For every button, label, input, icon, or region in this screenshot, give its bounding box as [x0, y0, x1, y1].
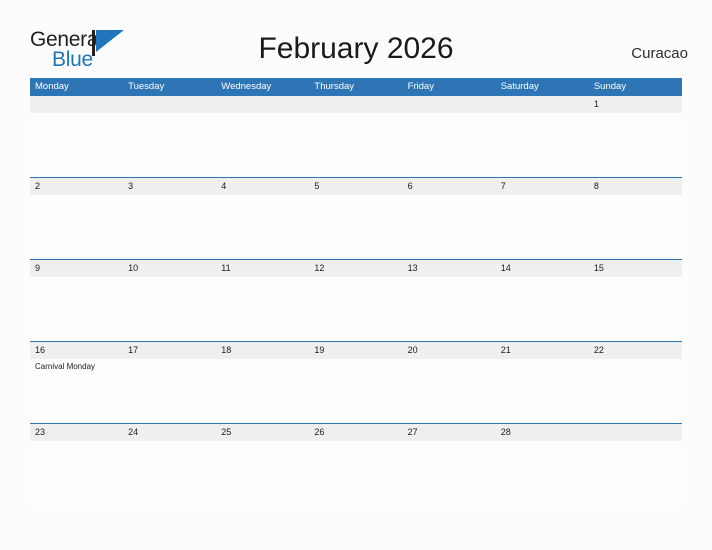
day-number[interactable]: 5 — [309, 178, 402, 195]
weekday-header-thursday: Thursday — [314, 81, 355, 92]
week-body-band — [30, 277, 682, 341]
weekday-header-row: Monday Tuesday Wednesday Thursday Friday Satu… — [30, 78, 682, 96]
week-date-band: 2345678 — [30, 178, 682, 195]
day-cell[interactable] — [589, 359, 682, 423]
day-cell[interactable] — [403, 195, 496, 259]
day-cell[interactable] — [216, 195, 309, 259]
day-cell[interactable] — [123, 359, 216, 423]
day-cell — [216, 113, 309, 177]
calendar-week-row: 9 10 11 12 13 14 15 — [30, 259, 682, 341]
day-cell[interactable]: Carnival Monday — [30, 359, 123, 423]
day-cell — [123, 113, 216, 177]
day-number-empty — [30, 96, 123, 113]
day-cell[interactable] — [30, 195, 123, 259]
day-number[interactable]: 23 — [30, 424, 123, 441]
week-date-band: 1 — [30, 96, 682, 113]
day-number[interactable]: 27 — [403, 424, 496, 441]
weekday-header-monday: Monday — [35, 81, 69, 92]
week-body-band: Carnival Monday — [30, 359, 682, 423]
page-title: February 2026 — [258, 32, 454, 65]
day-number[interactable]: 16 — [30, 342, 123, 359]
day-cell — [30, 113, 123, 177]
calendar-week-row: 1 — [30, 96, 682, 177]
day-cell[interactable] — [123, 195, 216, 259]
week-body-band — [30, 195, 682, 259]
day-cell[interactable] — [496, 277, 589, 341]
day-cell[interactable] — [216, 359, 309, 423]
day-number-empty — [403, 96, 496, 113]
day-number[interactable]: 7 — [496, 178, 589, 195]
day-number[interactable]: 9 — [30, 260, 123, 277]
day-cell[interactable] — [589, 277, 682, 341]
day-number-empty — [496, 96, 589, 113]
day-cell[interactable] — [496, 195, 589, 259]
day-number[interactable]: 22 — [589, 342, 682, 359]
weekday-header-saturday: Saturday — [500, 81, 539, 92]
day-cell[interactable] — [589, 113, 682, 177]
day-cell[interactable] — [123, 277, 216, 341]
day-number[interactable]: 17 — [123, 342, 216, 359]
week-body-band — [30, 113, 682, 177]
day-cell[interactable] — [589, 195, 682, 259]
day-number[interactable]: 13 — [403, 260, 496, 277]
day-number[interactable]: 3 — [123, 178, 216, 195]
day-number-empty — [216, 96, 309, 113]
day-cell[interactable] — [403, 359, 496, 423]
day-number-empty — [309, 96, 402, 113]
page-header: General Blue February 2026 Curacao — [0, 0, 712, 78]
weekday-header-wednesday: Wednesday — [221, 81, 272, 92]
day-cell[interactable] — [216, 441, 309, 505]
week-date-band: 16 17 18 19 20 21 22 — [30, 342, 682, 359]
day-cell[interactable] — [30, 441, 123, 505]
day-cell — [403, 113, 496, 177]
day-number-empty — [589, 424, 682, 441]
calendar-week-row: 2345678 — [30, 177, 682, 259]
day-number[interactable]: 8 — [589, 178, 682, 195]
day-number[interactable]: 1 — [589, 96, 682, 113]
calendar-weeks: 1 2 3 4 5 6 7 8 9 10 11 12 13 14 15 16 17 18 19 20 21 22 Carni… — [30, 96, 682, 505]
day-cell[interactable] — [496, 441, 589, 505]
day-number[interactable]: 25 — [216, 424, 309, 441]
day-cell[interactable] — [309, 195, 402, 259]
day-cell[interactable] — [216, 277, 309, 341]
day-number[interactable]: 18 — [216, 342, 309, 359]
calendar-week-row: 16 17 18 19 20 21 22 Carnival Monday — [30, 341, 682, 423]
weekday-header-sunday: Sunday — [593, 81, 627, 92]
day-cell[interactable] — [123, 441, 216, 505]
week-date-band: 9 10 11 12 13 14 15 — [30, 260, 682, 277]
day-cell[interactable] — [309, 277, 402, 341]
day-number[interactable]: 24 — [123, 424, 216, 441]
day-number[interactable]: 12 — [309, 260, 402, 277]
day-number[interactable]: 14 — [496, 260, 589, 277]
day-number[interactable]: 19 — [309, 342, 402, 359]
day-cell — [589, 441, 682, 505]
day-cell[interactable] — [496, 359, 589, 423]
day-number-empty — [123, 96, 216, 113]
week-date-band: 23 24 25 26 27 28 — [30, 424, 682, 441]
day-cell[interactable] — [403, 277, 496, 341]
day-cell[interactable] — [309, 441, 402, 505]
day-number[interactable]: 26 — [309, 424, 402, 441]
day-number[interactable]: 10 — [123, 260, 216, 277]
day-number[interactable]: 20 — [403, 342, 496, 359]
day-number[interactable]: 11 — [216, 260, 309, 277]
day-cell — [496, 113, 589, 177]
country-label: Curacao — [631, 45, 688, 62]
day-number[interactable]: 4 — [216, 178, 309, 195]
day-number[interactable]: 28 — [496, 424, 589, 441]
holiday-event-label: Carnival Monday — [35, 362, 96, 371]
day-number[interactable]: 6 — [403, 178, 496, 195]
day-number[interactable]: 21 — [496, 342, 589, 359]
weekday-header-tuesday: Tuesday — [128, 81, 165, 92]
day-cell[interactable] — [309, 359, 402, 423]
day-number[interactable]: 15 — [589, 260, 682, 277]
week-body-band — [30, 441, 682, 505]
day-number[interactable]: 2 — [30, 178, 123, 195]
day-cell[interactable] — [30, 277, 123, 341]
weekday-header-friday: Friday — [407, 81, 434, 92]
day-cell[interactable] — [403, 441, 496, 505]
calendar-grid: Monday Tuesday Wednesday Thursday Friday Satu… — [30, 78, 682, 505]
calendar-week-row: 23 24 25 26 27 28 — [30, 423, 682, 505]
day-cell — [309, 113, 402, 177]
